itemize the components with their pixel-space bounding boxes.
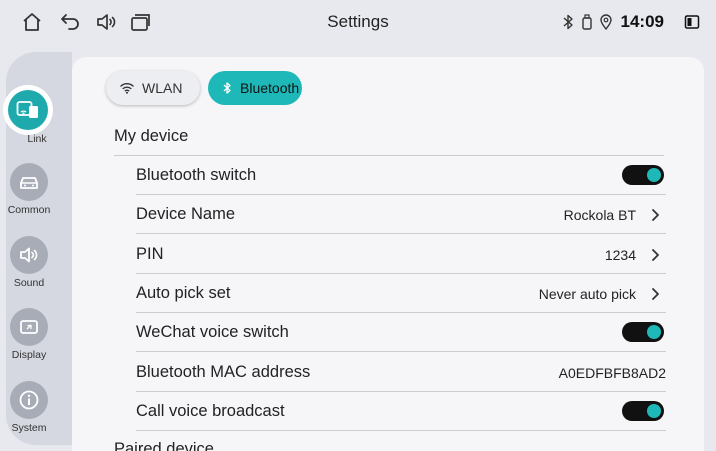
sidebar-item-link[interactable]: Link [0,90,78,145]
row-auto-pick-set[interactable]: Auto pick set Never auto pick [136,274,666,313]
divider [136,351,666,352]
status-bar: Settings 14:09 [0,0,716,44]
sidebar-item-label: Display [11,349,47,361]
toggle-knob [647,325,661,339]
row-label: Call voice broadcast [136,402,285,420]
wechat-voice-toggle[interactable] [622,322,664,342]
sidebar-item-label: Common [7,204,51,216]
bluetooth-switch-toggle[interactable] [622,165,664,185]
location-icon [599,13,613,31]
sidebar-item-label: System [11,422,47,434]
sidebar-item-display[interactable]: Display [0,308,78,361]
tab-bluetooth[interactable]: Bluetooth [208,71,302,105]
toggle-knob [647,168,661,182]
split-screen-icon[interactable] [684,13,700,31]
tab-label: WLAN [142,80,183,96]
row-mac-address: Bluetooth MAC address A0EDFBFB8AD2 [136,353,666,392]
clock: 14:09 [620,12,664,31]
toggle-knob [647,404,661,418]
row-pin[interactable]: PIN 1234 [136,235,666,274]
settings-panel: WLAN Bluetooth My device Bluetooth switc… [72,57,704,451]
section-title-paired-device: Paired device [114,440,214,451]
row-label: Bluetooth MAC address [136,363,311,381]
chevron-right-icon [648,206,662,224]
row-label: WeChat voice switch [136,323,289,341]
tab-label: Bluetooth [240,80,300,96]
mac-address-value: A0EDFBFB8AD2 [558,365,666,381]
link-icon [8,90,48,130]
chevron-right-icon [648,246,662,264]
call-voice-broadcast-toggle[interactable] [622,401,664,421]
divider [136,233,666,234]
divider [136,430,666,431]
chevron-right-icon [648,285,662,303]
speaker-icon [10,236,48,274]
display-icon [10,308,48,346]
sidebar-item-label: Sound [13,277,45,289]
row-device-name[interactable]: Device Name Rockola BT [136,195,666,234]
bluetooth-icon [222,81,240,95]
sidebar-item-label: Link [27,133,47,145]
section-title-my-device: My device [114,127,189,145]
sidebar-item-system[interactable]: System [0,381,78,434]
row-bluetooth-switch: Bluetooth switch [136,156,666,195]
auto-pick-value: Never auto pick [538,286,636,302]
usb-icon [581,13,593,31]
sidebar-item-common[interactable]: Common [0,163,78,216]
info-icon [10,381,48,419]
row-label: PIN [136,245,164,263]
sidebar-item-sound[interactable]: Sound [0,236,78,289]
car-icon [10,163,48,201]
pin-value: 1234 [604,247,636,263]
row-label: Device Name [136,205,236,223]
device-name-value: Rockola BT [563,207,636,223]
wifi-icon [120,82,142,94]
row-label: Bluetooth switch [136,166,257,184]
status-indicators: 14:09 [561,10,700,34]
row-call-voice-broadcast: Call voice broadcast [136,392,666,431]
tab-wlan[interactable]: WLAN [106,71,200,105]
row-label: Auto pick set [136,284,231,302]
row-wechat-voice-switch: WeChat voice switch [136,313,666,352]
bluetooth-status-icon [561,13,575,31]
